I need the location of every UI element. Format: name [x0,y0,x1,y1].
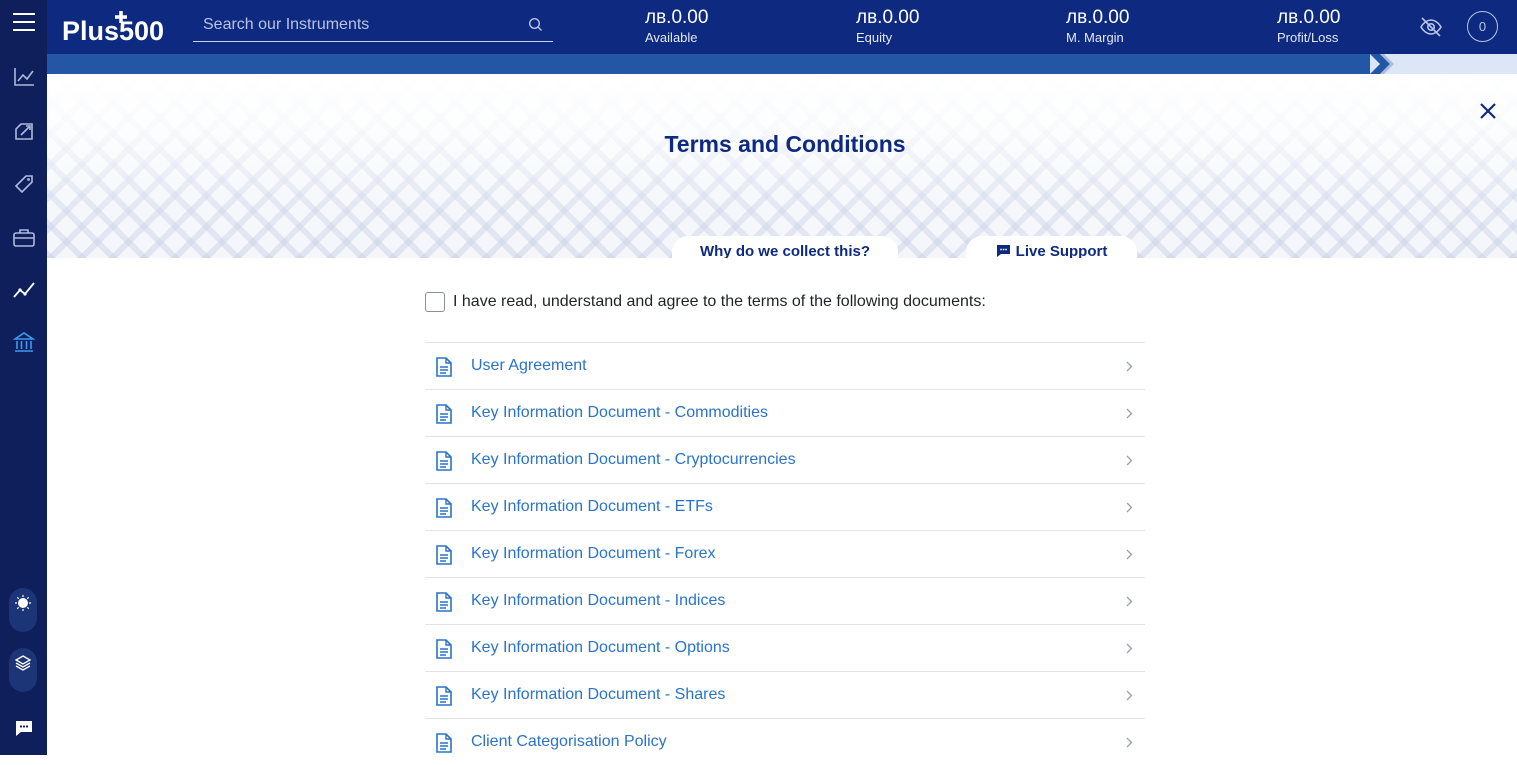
layers-toggle[interactable] [9,648,37,692]
hide-balance-eye-icon[interactable] [1419,16,1443,38]
document-item-kid-etfs[interactable]: Key Information Document - ETFs [425,483,1145,530]
document-label: Client Categorisation Policy [471,733,667,750]
chevron-right-icon [1126,549,1133,560]
theme-toggle-icon [15,595,31,611]
document-item-kid-commodities[interactable]: Key Information Document - Commodities [425,389,1145,436]
sidebar-item-funds[interactable] [0,322,47,362]
document-icon [436,639,452,659]
sidebar-item-charts[interactable] [0,57,47,97]
chevron-right-icon [1126,690,1133,701]
stat-label: M. Margin [1066,30,1124,45]
document-icon [436,545,452,565]
document-label: Key Information Document - Indices [471,592,726,609]
sidebar-item-portfolio[interactable] [0,218,47,258]
document-icon [436,733,452,753]
document-label: Key Information Document - Options [471,639,730,656]
hero-pattern [47,74,1517,258]
chevron-right-icon [1126,455,1133,466]
top-bar: Plus500 лв.0.00 Available лв.0.00 Equity… [47,0,1517,54]
progress-bar [47,54,1517,74]
chevron-right-icon [1126,643,1133,654]
trade-edit-icon [14,123,33,140]
search-input[interactable] [193,8,523,41]
sidebar-item-insights[interactable] [0,270,47,310]
stat-available: лв.0.00 Available [645,6,708,46]
stat-value: лв.0.00 [1277,7,1341,28]
document-item-kid-indices[interactable]: Key Information Document - Indices [425,577,1145,624]
trend-icon [12,282,35,298]
progress-fill [47,54,1370,74]
menu-icon [12,13,35,31]
stat-value: лв.0.00 [856,7,920,28]
chat-icon [996,245,1010,257]
search-icon[interactable] [528,17,543,32]
document-icon [436,592,452,612]
document-item-client-categorisation[interactable]: Client Categorisation Policy [425,718,1145,765]
agree-checkbox-row[interactable]: I have read, understand and agree to the… [425,291,986,313]
chevron-right-icon [1126,502,1133,513]
document-icon [436,451,452,471]
document-icon [436,404,452,424]
chat-button[interactable] [0,708,47,748]
tab-label: Live Support [1015,242,1108,260]
theme-toggle[interactable] [9,588,37,632]
stat-label: Equity [856,30,893,45]
chat-icon [15,721,32,736]
chevron-right-icon [1126,408,1133,419]
document-list: User Agreement Key Information Document … [425,342,1145,765]
document-item-user-agreement[interactable]: User Agreement [425,342,1145,389]
document-label: Key Information Document - Cryptocurrenc… [471,451,796,468]
close-icon[interactable] [1478,101,1498,121]
document-item-kid-options[interactable]: Key Information Document - Options [425,624,1145,671]
document-label: User Agreement [471,357,587,374]
stat-label: Available [645,30,698,45]
notification-badge[interactable]: 0 [1467,11,1498,42]
briefcase-icon [12,229,35,247]
layers-icon [14,655,32,671]
sidebar-item-trade[interactable] [0,111,47,151]
menu-button[interactable] [0,2,47,42]
document-item-kid-shares[interactable]: Key Information Document - Shares [425,671,1145,718]
sidebar [0,0,47,755]
sidebar-item-promotions[interactable] [0,164,47,204]
document-icon [436,498,452,518]
document-label: Key Information Document - ETFs [471,498,713,515]
stat-value: лв.0.00 [1066,7,1130,28]
stat-margin: лв.0.00 M. Margin [1066,6,1129,46]
agree-label: I have read, understand and agree to the… [453,293,986,310]
chevron-right-icon [1126,361,1133,372]
stat-label: Profit/Loss [1277,30,1339,45]
page-title: Terms and Conditions [664,131,906,157]
document-item-kid-forex[interactable]: Key Information Document - Forex [425,530,1145,577]
chevron-right-icon [1126,737,1133,748]
bank-icon [12,332,35,352]
document-label: Key Information Document - Forex [471,545,716,562]
chevron-right-icon [1126,596,1133,607]
document-icon [436,686,452,706]
search-bar [193,8,553,42]
chart-line-icon [13,68,34,86]
document-item-kid-cryptocurrencies[interactable]: Key Information Document - Cryptocurrenc… [425,436,1145,483]
agree-checkbox[interactable] [425,292,445,312]
document-label: Key Information Document - Shares [471,686,726,703]
document-label: Key Information Document - Commodities [471,404,768,421]
progress-arrow-icon [1370,54,1394,74]
plus500-logo[interactable]: Plus500 [62,10,184,44]
document-icon [436,357,452,377]
stat-equity: лв.0.00 Equity [856,6,919,46]
svg-text:Plus500: Plus500 [62,16,164,44]
tab-label: Why do we collect this? [699,242,871,260]
stat-profit-loss: лв.0.00 Profit/Loss [1277,6,1340,46]
tag-icon [14,175,33,194]
stat-value: лв.0.00 [645,7,709,28]
